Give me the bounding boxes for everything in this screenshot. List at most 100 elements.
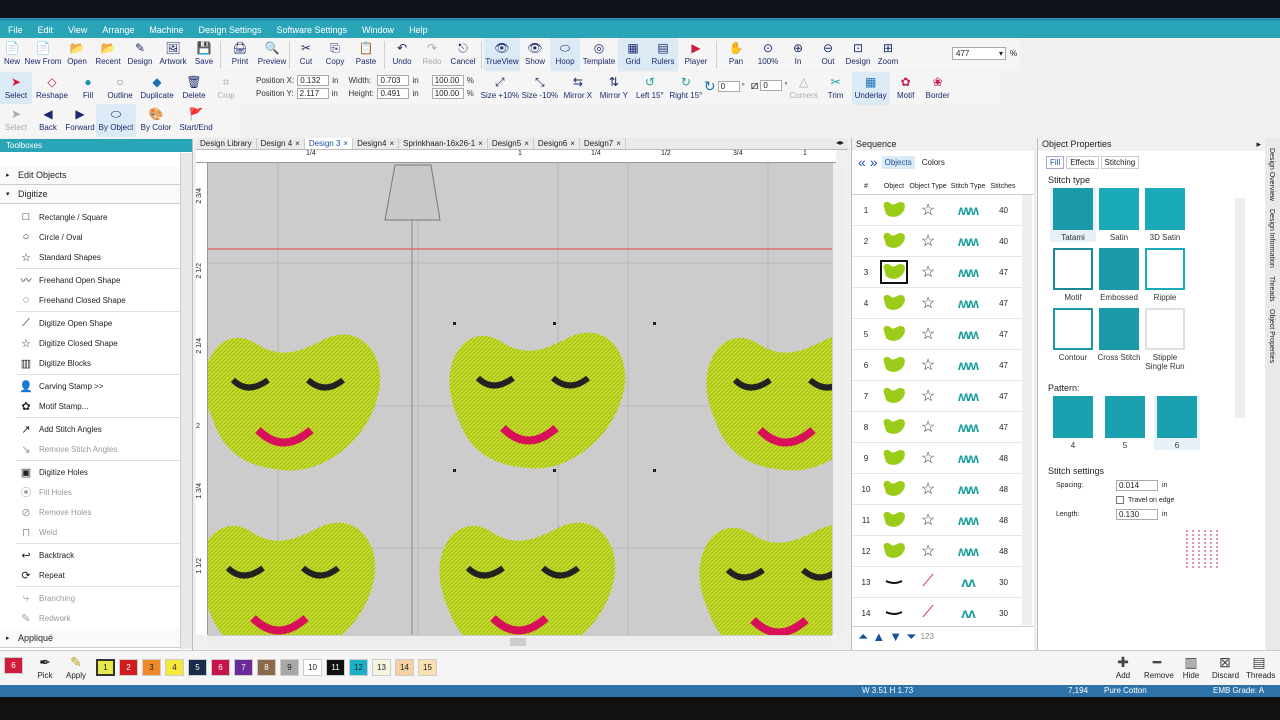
heart-design-6[interactable] bbox=[700, 525, 832, 635]
size-down-button[interactable]: ⤡ Size -10% bbox=[520, 72, 560, 105]
menu-software-settings[interactable]: Software Settings bbox=[277, 25, 348, 35]
show-button[interactable]: 👁 Show bbox=[520, 38, 550, 71]
back-sequence-button[interactable]: ◀ Back bbox=[32, 104, 64, 137]
sequence-row[interactable]: 8 ☆ ʍʍ 47 bbox=[852, 412, 1022, 443]
motif-button[interactable]: ✿ Motif bbox=[890, 72, 922, 105]
doc-tab-design-3[interactable]: Design 3 × bbox=[304, 138, 354, 149]
tool-remove-stitch-angles[interactable]: ↘ Remove Stitch Angles bbox=[0, 439, 192, 459]
rotate-right-button[interactable]: ↻ Right 15° bbox=[668, 72, 704, 105]
design-button[interactable]: ✎ Design bbox=[124, 38, 156, 71]
rotate-angle-input[interactable]: 0 bbox=[717, 81, 740, 92]
height-percent-input[interactable]: 100.00 bbox=[431, 88, 464, 99]
properties-scrollbar[interactable] bbox=[1235, 198, 1245, 418]
stitch-type-stipple-single-run[interactable]: Stipple Single Run bbox=[1142, 308, 1188, 371]
forward-sequence-button[interactable]: ▶ Forward bbox=[64, 104, 96, 137]
stitch-type-contour[interactable]: Contour bbox=[1050, 308, 1096, 371]
tool-repeat[interactable]: ⟳ Repeat bbox=[0, 565, 192, 585]
recent-button[interactable]: 📂 Recent bbox=[92, 38, 124, 71]
hoop-button[interactable]: ⬭ Hoop bbox=[550, 38, 580, 71]
stitch-type-satin[interactable]: Satin bbox=[1096, 188, 1142, 242]
tool-digitize-blocks[interactable]: ▥ Digitize Blocks bbox=[0, 353, 192, 373]
group-applique[interactable]: ▸ Appliqué bbox=[0, 629, 180, 648]
pattern-4[interactable]: 4 bbox=[1050, 396, 1096, 450]
tool-standard-shapes[interactable]: ☆ Standard Shapes bbox=[0, 247, 192, 267]
size-up-button[interactable]: ⤢ Size +10% bbox=[480, 72, 520, 105]
threads-tab[interactable]: Threads bbox=[1268, 276, 1275, 302]
position-y-input[interactable]: 2.117 bbox=[296, 88, 329, 99]
tool-freehand-closed-shape[interactable]: ◌ Freehand Closed Shape bbox=[0, 290, 192, 310]
crop-button[interactable]: ⌗ Crop bbox=[210, 72, 242, 105]
tool-digitize-open-shape[interactable]: ⟋ Digitize Open Shape bbox=[0, 313, 192, 333]
mirror-x-button[interactable]: ⇆ Mirror X bbox=[560, 72, 596, 105]
tab-effects[interactable]: Effects bbox=[1066, 156, 1099, 169]
tool-add-stitch-angles[interactable]: ↗ Add Stitch Angles bbox=[0, 419, 192, 439]
pick-button[interactable]: ✒ Pick bbox=[34, 654, 56, 680]
tool-digitize-holes[interactable]: ▣ Digitize Holes bbox=[0, 462, 192, 482]
stitch-type-cross-stitch[interactable]: Cross Stitch bbox=[1096, 308, 1142, 371]
design-button[interactable]: ⊡ Design bbox=[843, 38, 873, 71]
menu-edit[interactable]: Edit bbox=[38, 25, 54, 35]
current-color-swatch[interactable]: 6 bbox=[4, 657, 23, 674]
new-from-button[interactable]: 📄 New From bbox=[24, 38, 62, 71]
sequence-row[interactable]: 7 ☆ ʍʍ 47 bbox=[852, 381, 1022, 412]
cut-button[interactable]: ✂ Cut bbox=[292, 38, 320, 71]
open-button[interactable]: 📂 Open bbox=[62, 38, 92, 71]
underlay-button[interactable]: ▦ Underlay bbox=[851, 72, 890, 105]
length-input[interactable]: 0.130 bbox=[1116, 509, 1158, 520]
thread-color-15[interactable]: 15 bbox=[418, 659, 437, 676]
travel-on-edge-checkbox[interactable] bbox=[1116, 496, 1124, 504]
heart-design-1[interactable] bbox=[208, 335, 380, 471]
close-icon[interactable]: × bbox=[340, 139, 348, 148]
menu-view[interactable]: View bbox=[68, 25, 87, 35]
menu-arrange[interactable]: Arrange bbox=[102, 25, 134, 35]
save-button[interactable]: 💾 Save bbox=[190, 38, 218, 71]
artwork-button[interactable]: 🖼 Artwork bbox=[156, 38, 190, 71]
zoom-input[interactable]: 477 ▾ bbox=[952, 47, 1006, 60]
doc-tab-design5[interactable]: Design5 × bbox=[488, 138, 534, 149]
tool-motif-stamp[interactable]: ✿ Motif Stamp... bbox=[0, 396, 192, 416]
close-icon[interactable]: × bbox=[475, 139, 483, 148]
heart-design-3[interactable] bbox=[707, 335, 832, 471]
pattern-5[interactable]: 5 bbox=[1102, 396, 1148, 450]
sequence-row[interactable]: 11 ☆ ʍʍ 48 bbox=[852, 505, 1022, 536]
tool-carving-stamp[interactable]: 👤 Carving Stamp >> bbox=[0, 376, 192, 396]
apply-button[interactable]: ✎ Apply bbox=[64, 654, 88, 680]
player-button[interactable]: ▶ Player bbox=[678, 38, 714, 71]
preview-button[interactable]: 🔍 Preview bbox=[257, 38, 287, 71]
rotate-left-button[interactable]: ↺ Left 15° bbox=[632, 72, 668, 105]
next-icon[interactable]: » bbox=[870, 154, 878, 170]
tool-circle-oval[interactable]: ○ Circle / Oval bbox=[0, 227, 192, 247]
out-button[interactable]: ⊖ Out bbox=[813, 38, 843, 71]
canvas-hscrollbar[interactable] bbox=[208, 635, 832, 647]
sequence-row[interactable]: 12 ☆ ʍʍ 48 bbox=[852, 536, 1022, 567]
thread-color-3[interactable]: 3 bbox=[142, 659, 161, 676]
tab-fill[interactable]: Fill bbox=[1046, 156, 1065, 169]
panel-collapse-icon[interactable]: ▸ bbox=[1256, 138, 1265, 151]
sequence-row[interactable]: 1 ☆ ʍʍ 40 bbox=[852, 195, 1022, 226]
fill-button[interactable]: ● Fill bbox=[72, 72, 104, 105]
undo-button[interactable]: ↶ Undo bbox=[387, 38, 417, 71]
stitch-type-3d-satin[interactable]: 3D Satin bbox=[1142, 188, 1188, 242]
height-input[interactable]: 0.491 bbox=[377, 88, 410, 99]
heart-design-5[interactable] bbox=[440, 523, 616, 635]
grid-button[interactable]: ▦ Grid bbox=[618, 38, 648, 71]
redo-button[interactable]: ↷ Redo bbox=[417, 38, 447, 71]
tool-rectangle-square[interactable]: □ Rectangle / Square bbox=[0, 207, 192, 227]
start-end-sequence-button[interactable]: 🚩 Start/End bbox=[176, 104, 216, 137]
sequence-scrollbar[interactable] bbox=[1022, 195, 1032, 625]
mirror-y-button[interactable]: ⇅ Mirror Y bbox=[596, 72, 632, 105]
by-object-sequence-button[interactable]: ⬭ By Object bbox=[96, 104, 136, 137]
thread-color-6[interactable]: 6 bbox=[211, 659, 230, 676]
move-first-icon[interactable]: ⏶ bbox=[858, 629, 868, 645]
hide-button[interactable]: ▥ Hide bbox=[1178, 654, 1204, 680]
position-x-input[interactable]: 0.132 bbox=[297, 75, 330, 86]
menu-file[interactable]: File bbox=[8, 25, 23, 35]
design-information-tab[interactable]: Design Information bbox=[1268, 209, 1275, 268]
tool-digitize-closed-shape[interactable]: ☆ Digitize Closed Shape bbox=[0, 333, 192, 353]
zoom-button[interactable]: ⊞ Zoom bbox=[873, 38, 903, 71]
menu-machine[interactable]: Machine bbox=[149, 25, 183, 35]
print-button[interactable]: 🖨 Print bbox=[223, 38, 257, 71]
by-color-sequence-button[interactable]: 🎨 By Color bbox=[136, 104, 176, 137]
tool-branching[interactable]: ⤷ Branching bbox=[0, 588, 192, 608]
menu-help[interactable]: Help bbox=[409, 25, 428, 35]
